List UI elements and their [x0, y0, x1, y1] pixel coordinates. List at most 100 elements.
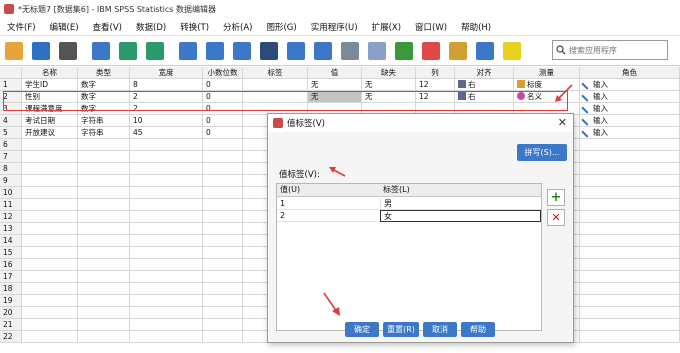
row-number[interactable]: 15 [0, 247, 22, 259]
cell-role[interactable] [580, 211, 680, 223]
cell-role[interactable] [580, 271, 680, 283]
cell-width[interactable] [130, 139, 203, 151]
cell-width[interactable] [130, 271, 203, 283]
row-number[interactable]: 8 [0, 163, 22, 175]
goto-case-button[interactable] [176, 39, 200, 63]
cell-width[interactable] [130, 235, 203, 247]
goto-variable-button[interactable] [203, 39, 227, 63]
cell-name[interactable] [22, 259, 78, 271]
row-number[interactable]: 6 [0, 139, 22, 151]
cell-type[interactable] [78, 175, 130, 187]
use-variable-sets-button[interactable] [446, 39, 470, 63]
cell-type[interactable] [78, 139, 130, 151]
row-number[interactable]: 7 [0, 151, 22, 163]
cell-type[interactable] [78, 271, 130, 283]
row-number[interactable]: 13 [0, 223, 22, 235]
cell-name[interactable] [22, 199, 78, 211]
column-header-align[interactable]: 对齐 [455, 67, 514, 79]
row-number[interactable]: 14 [0, 235, 22, 247]
column-header-measure[interactable]: 测量 [514, 67, 580, 79]
cell-type[interactable] [78, 235, 130, 247]
row-number[interactable]: 9 [0, 175, 22, 187]
cell-label[interactable] [243, 79, 308, 91]
cell-role[interactable]: 输入 [580, 103, 680, 115]
cell-width[interactable] [130, 319, 203, 331]
cell-role[interactable] [580, 319, 680, 331]
cell-width[interactable] [130, 247, 203, 259]
cell-decimals[interactable] [203, 295, 243, 307]
cell-name[interactable] [22, 187, 78, 199]
cell-role[interactable] [580, 307, 680, 319]
column-header-missing[interactable]: 缺失 [362, 67, 416, 79]
cell-decimals[interactable] [203, 223, 243, 235]
cell-decimals[interactable] [203, 187, 243, 199]
search-box[interactable] [552, 40, 668, 60]
cell-role[interactable] [580, 223, 680, 235]
menu-item[interactable]: 文件(F) [0, 21, 43, 33]
row-number[interactable]: 4 [0, 115, 22, 127]
cell-role[interactable] [580, 163, 680, 175]
cell-width[interactable] [130, 223, 203, 235]
table-row[interactable]: 1 学生ID 数字 8 0 无 无 12 右 标度 输入 [0, 79, 680, 91]
cell-role[interactable] [580, 283, 680, 295]
cell-type[interactable] [78, 283, 130, 295]
cell-width[interactable]: 45 [130, 127, 203, 139]
column-header-name[interactable]: 名称 [22, 67, 78, 79]
cell-width[interactable] [130, 175, 203, 187]
cell-width[interactable] [130, 151, 203, 163]
cell-decimals[interactable] [203, 199, 243, 211]
cell-role[interactable] [580, 139, 680, 151]
cell-align[interactable]: 右 [455, 79, 514, 91]
row-number[interactable]: 18 [0, 283, 22, 295]
cell-values[interactable]: 无 [308, 79, 362, 91]
row-number[interactable]: 11 [0, 199, 22, 211]
cell-width[interactable] [130, 307, 203, 319]
cell-decimals[interactable] [203, 259, 243, 271]
cell-role[interactable] [580, 175, 680, 187]
cell-decimals[interactable] [203, 235, 243, 247]
column-header-width[interactable]: 宽度 [130, 67, 203, 79]
cell-decimals[interactable] [203, 331, 243, 343]
close-icon[interactable]: ✕ [558, 116, 567, 129]
cell-type[interactable] [78, 307, 130, 319]
menu-item[interactable]: 转换(T) [173, 21, 216, 33]
cell-type[interactable] [78, 247, 130, 259]
show-all-variables-button[interactable] [473, 39, 497, 63]
cell-name[interactable]: 考试日期 [22, 115, 78, 127]
cell-role[interactable]: 输入 [580, 115, 680, 127]
menu-item[interactable]: 窗口(W) [408, 21, 454, 33]
menu-item[interactable]: 查看(V) [86, 21, 129, 33]
insert-variable-button[interactable] [311, 39, 335, 63]
menu-item[interactable]: 帮助(H) [454, 21, 498, 33]
cell-width[interactable] [130, 163, 203, 175]
cell-name[interactable] [22, 247, 78, 259]
cell-decimals[interactable]: 0 [203, 127, 243, 139]
cell-name[interactable] [22, 331, 78, 343]
cell-decimals[interactable] [203, 151, 243, 163]
cell-type[interactable] [78, 259, 130, 271]
remove-label-button[interactable]: ✕ [547, 209, 565, 226]
cell-width[interactable] [130, 259, 203, 271]
cell-decimals[interactable] [203, 175, 243, 187]
cell-role[interactable] [580, 259, 680, 271]
row-number[interactable]: 21 [0, 319, 22, 331]
cell-decimals[interactable] [203, 163, 243, 175]
cell-role[interactable] [580, 295, 680, 307]
cell-name[interactable] [22, 283, 78, 295]
cell-type[interactable] [78, 211, 130, 223]
cell-width[interactable] [130, 187, 203, 199]
cell-width[interactable] [130, 331, 203, 343]
value-cell[interactable]: 2 [277, 210, 285, 222]
cell-role[interactable]: 输入 [580, 79, 680, 91]
row-number[interactable]: 10 [0, 187, 22, 199]
cell-type[interactable] [78, 295, 130, 307]
cell-role[interactable] [580, 199, 680, 211]
cell-decimals[interactable] [203, 211, 243, 223]
row-number[interactable]: 22 [0, 331, 22, 343]
row-number[interactable]: 19 [0, 295, 22, 307]
cell-columns[interactable]: 12 [416, 79, 455, 91]
menu-item[interactable]: 分析(A) [216, 21, 259, 33]
print-button[interactable] [56, 39, 80, 63]
weight-cases-button[interactable] [365, 39, 389, 63]
row-number[interactable]: 1 [0, 79, 22, 91]
